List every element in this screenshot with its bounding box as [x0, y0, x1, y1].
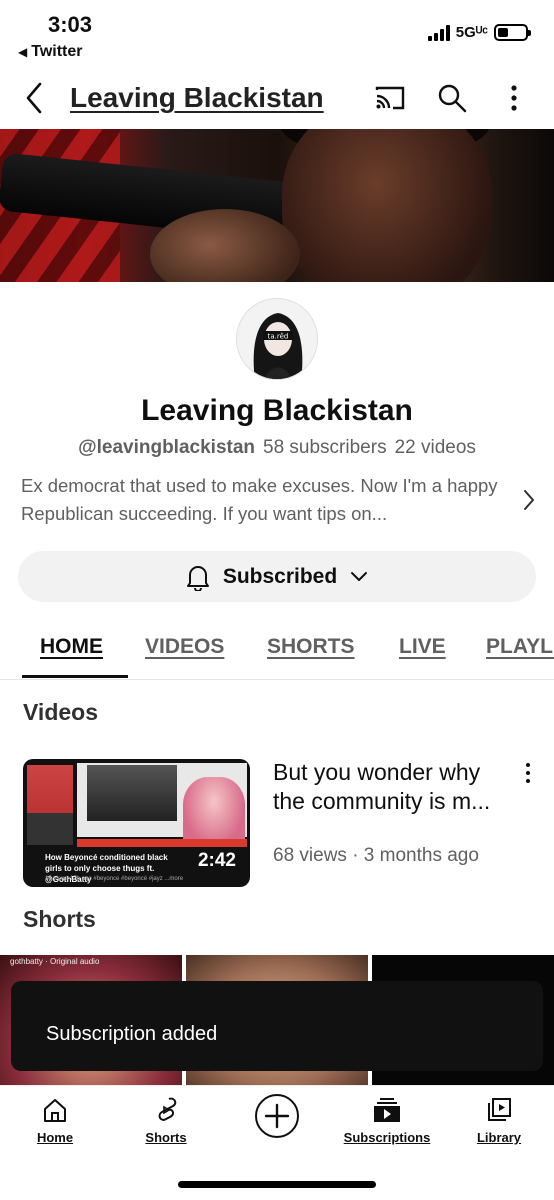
subscriptions-icon	[374, 1098, 400, 1122]
nav-library-label: Library	[476, 1130, 522, 1145]
tab-videos[interactable]: VIDEOS	[145, 635, 224, 659]
status-time: 3:03	[48, 12, 93, 37]
back-arrow-icon[interactable]	[20, 80, 50, 116]
short-audio-tag: gothbatty · Original audio	[10, 957, 100, 966]
search-icon[interactable]	[436, 82, 468, 114]
tab-home[interactable]: HOME	[40, 635, 103, 659]
bell-icon	[186, 565, 209, 591]
nav-home-label: Home	[36, 1130, 74, 1145]
home-indicator[interactable]	[178, 1181, 376, 1188]
video-thumbnail[interactable]: How Beyoncé conditioned black girls to o…	[23, 759, 250, 887]
tab-live[interactable]: LIVE	[399, 635, 446, 659]
page-title: Leaving Blackistan	[70, 82, 324, 113]
shorts-icon	[158, 1097, 177, 1121]
channel-avatar[interactable]: ta.rêd	[236, 298, 318, 380]
tab-playlists[interactable]: PLAYLISTS	[486, 635, 554, 659]
more-vertical-icon[interactable]	[498, 82, 530, 114]
channel-tabs: HOME VIDEOS SHORTS LIVE PLAYLISTS	[0, 630, 554, 680]
subscriber-count: 58 subscribers	[263, 437, 387, 458]
videos-section-heading: Videos	[23, 699, 98, 725]
top-app-bar: Leaving Blackistan	[0, 70, 554, 126]
back-to-app-link[interactable]: ◀ Twitter	[18, 43, 83, 61]
channel-handle: @leavingblackistan	[78, 437, 256, 458]
nav-subscriptions-label: Subscriptions	[343, 1130, 431, 1145]
nav-home[interactable]: Home	[30, 1096, 80, 1145]
channel-description[interactable]: Ex democrat that used to make excuses. N…	[21, 472, 516, 528]
avatar-illustration: ta.rêd	[237, 299, 317, 379]
channel-banner	[0, 129, 554, 282]
cast-icon[interactable]	[374, 82, 406, 114]
status-bar: 3:03 ◀ Twitter 5Gᵁᶜ	[0, 0, 554, 66]
video-count: 22 videos	[394, 437, 476, 458]
subscription-toast: Subscription added	[11, 981, 543, 1071]
nav-library[interactable]: Library	[474, 1096, 524, 1145]
thumbnail-subcaption: 15 views 17h ago #beyonce #beyoncé #jayz…	[45, 876, 184, 882]
signal-strength-icon	[427, 24, 450, 41]
back-app-label: Twitter	[31, 43, 83, 60]
nav-create[interactable]	[252, 1092, 302, 1140]
video-meta: 68 views · 3 months ago	[273, 845, 479, 866]
chevron-right-icon[interactable]	[520, 487, 538, 513]
create-plus-icon	[255, 1094, 299, 1138]
subscribed-label: Subscribed	[222, 564, 338, 588]
nav-shorts-label: Shorts	[145, 1130, 187, 1145]
channel-name: Leaving Blackistan	[141, 394, 413, 427]
chevron-down-icon	[351, 571, 368, 581]
battery-icon	[494, 24, 531, 41]
subscribed-button[interactable]: Subscribed	[18, 551, 536, 602]
video-title[interactable]: But you wonder why the community is m...	[273, 758, 498, 816]
video-more-icon[interactable]	[524, 762, 532, 784]
home-icon	[44, 1099, 66, 1122]
channel-meta: @leavingblackistan 58 subscribers 22 video…	[0, 437, 554, 459]
avatar-text: ta.rêd	[268, 333, 289, 341]
library-icon	[488, 1098, 511, 1121]
nav-shorts[interactable]: Shorts	[140, 1096, 192, 1145]
tab-shorts[interactable]: SHORTS	[267, 635, 355, 659]
shorts-section-heading: Shorts	[23, 906, 96, 932]
nav-subscriptions[interactable]: Subscriptions	[340, 1096, 434, 1145]
network-type: 5Gᵁᶜ	[455, 24, 488, 41]
back-triangle-icon: ◀	[18, 45, 28, 59]
video-duration: 2:42	[197, 850, 236, 871]
active-tab-indicator	[22, 675, 128, 678]
